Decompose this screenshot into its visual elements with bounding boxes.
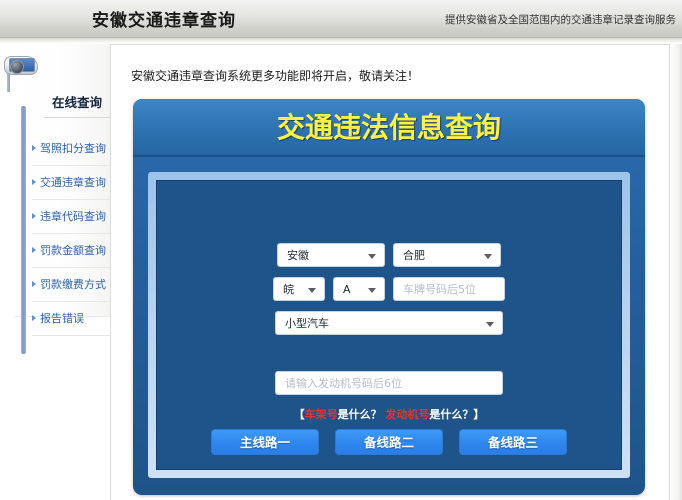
form-buttons: 主线路一备线路二备线路三 (157, 429, 621, 455)
sidebar-item-label: 罚款金额查询 (40, 244, 106, 257)
backup-line-2-button[interactable]: 备线路二 (335, 429, 443, 455)
sidebar-rail (21, 106, 26, 354)
sidebar-item-license-points[interactable]: 驾照扣分查询 (32, 132, 122, 166)
query-panel-title: 交通违法信息查询 (133, 99, 645, 157)
page-right-edge (670, 44, 682, 500)
header-subtitle: 提供安徽省及全国范围内的交通违章记录查询服务 (445, 12, 676, 27)
form-row-region: 安徽合肥 (157, 243, 621, 267)
sidebar-item-label: 罚款缴费方式 (40, 278, 106, 291)
traffic-camera-icon (2, 44, 40, 74)
page-root: 安徽交通违章查询 提供安徽省及全国范围内的交通违章记录查询服务 在线查询 驾照扣… (0, 0, 682, 500)
hint-close-bracket: 】 (473, 408, 484, 421)
camera-pole (7, 72, 10, 92)
sidebar-item-violation-code[interactable]: 违章代码查询 (32, 200, 122, 234)
sidebar-item-traffic-violation[interactable]: 交通违章查询 (32, 166, 122, 200)
hint-text-2: 是什么？ (429, 408, 473, 421)
chevron-right-icon (32, 247, 36, 253)
backup-line-3-button[interactable]: 备线路三 (459, 429, 567, 455)
province-select[interactable]: 安徽 (277, 243, 385, 267)
site-header: 安徽交通违章查询 提供安徽省及全国范围内的交通违章记录查询服务 (0, 0, 682, 38)
form-frame-inner: 安徽合肥 皖A 车牌号码后5位 小型汽车 请输入发动机号码后6位 【车架号 (156, 180, 622, 470)
plate-number-input[interactable]: 车牌号码后5位 (393, 277, 505, 301)
chevron-right-icon (32, 179, 36, 185)
engine-number-input[interactable]: 请输入发动机号码后6位 (275, 371, 503, 395)
form-row-engine: 请输入发动机号码后6位 (157, 371, 621, 395)
camera-lens (10, 60, 24, 74)
sidebar-item-label: 报告错误 (40, 312, 84, 325)
sidebar-item-payment-method[interactable]: 罚款缴费方式 (32, 268, 122, 302)
city-select[interactable]: 合肥 (393, 243, 501, 267)
main-line-1-button[interactable]: 主线路一 (211, 429, 319, 455)
hint-text-1: 是什么？ (338, 408, 382, 421)
plate-prefix-select[interactable]: 皖 (273, 277, 325, 301)
main-content: 安徽交通违章查询系统更多功能即将开启，敬请关注！ 交通违法信息查询 安徽合肥 皖… (110, 44, 670, 500)
sidebar: 在线查询 驾照扣分查询 交通违章查询 违章代码查询 罚款金额查询 罚款缴费方式 … (14, 44, 111, 317)
query-form: 安徽合肥 皖A 车牌号码后5位 小型汽车 请输入发动机号码后6位 【车架号 (157, 181, 621, 469)
page-title: 安徽交通违章查询 (92, 6, 236, 31)
query-panel: 交通违法信息查询 安徽合肥 皖A 车牌号码后5位 小型汽车 (133, 99, 645, 495)
form-frame-outer: 安徽合肥 皖A 车牌号码后5位 小型汽车 请输入发动机号码后6位 【车架号 (148, 172, 630, 478)
form-row-vehicle-type: 小型汽车 (157, 311, 621, 335)
vehicle-type-select[interactable]: 小型汽车 (275, 311, 503, 335)
sidebar-item-fine-amount[interactable]: 罚款金额查询 (32, 234, 122, 268)
page-left-edge (0, 44, 14, 500)
chevron-right-icon (32, 213, 36, 219)
sidebar-item-label: 驾照扣分查询 (40, 142, 106, 155)
chevron-right-icon (32, 145, 36, 151)
chevron-right-icon (32, 281, 36, 287)
form-hint: 【车架号是什么？ 发动机号是什么？】 (157, 406, 621, 422)
plate-letter-select[interactable]: A (333, 277, 385, 301)
notice-text: 安徽交通违章查询系统更多功能即将开启，敬请关注！ (131, 67, 419, 84)
hint-open-bracket: 【 (294, 408, 305, 421)
sidebar-item-label: 违章代码查询 (40, 210, 106, 223)
engine-help-link[interactable]: 发动机号 (385, 408, 429, 421)
sidebar-item-report-error[interactable]: 报告错误 (32, 302, 122, 336)
form-row-plate: 皖A 车牌号码后5位 (157, 277, 621, 301)
vin-help-link[interactable]: 车架号 (305, 408, 338, 421)
sidebar-item-label: 交通违章查询 (40, 176, 106, 189)
chevron-right-icon (32, 315, 36, 321)
